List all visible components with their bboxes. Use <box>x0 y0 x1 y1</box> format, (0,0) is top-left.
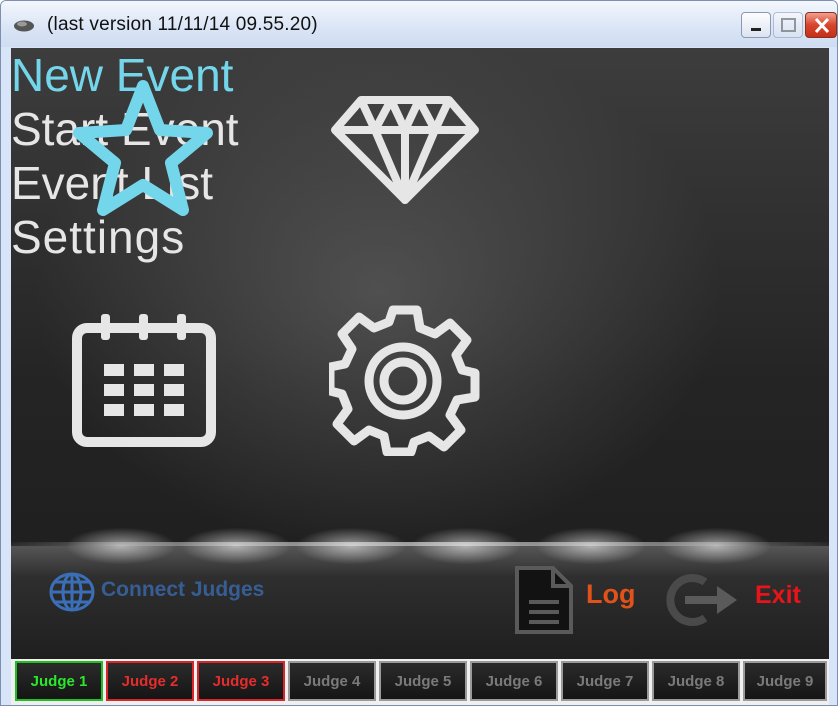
judge-1-button[interactable]: Judge 1 <box>15 661 103 701</box>
globe-icon <box>49 572 95 612</box>
exit-label: Exit <box>755 581 801 609</box>
judge-8-button[interactable]: Judge 8 <box>652 661 740 701</box>
judge-4-button[interactable]: Judge 4 <box>288 661 376 701</box>
judge-3-button[interactable]: Judge 3 <box>197 661 285 701</box>
exit-icon <box>666 574 737 626</box>
main-menu-panel: New Event Start Event Event List Setting… <box>11 48 829 659</box>
judge-5-button[interactable]: Judge 5 <box>379 661 467 701</box>
spotlight <box>406 526 526 566</box>
maximize-icon <box>781 18 796 32</box>
spotlight <box>176 526 296 566</box>
judge-6-button[interactable]: Judge 6 <box>470 661 558 701</box>
app-window: (last version 11/11/14 09.55.20) New Eve… <box>0 0 838 706</box>
gear-icon <box>329 305 480 456</box>
maximize-button[interactable] <box>773 12 803 38</box>
minimize-button[interactable] <box>741 12 771 38</box>
spotlight <box>61 526 181 566</box>
star-icon <box>73 80 213 216</box>
connect-judges-label: Connect Judges <box>101 578 265 601</box>
spotlight <box>291 526 411 566</box>
judge-2-button[interactable]: Judge 2 <box>106 661 194 701</box>
judge-9-button[interactable]: Judge 9 <box>743 661 827 701</box>
judge-status-bar: Judge 1 Judge 2 Judge 3 Judge 4 Judge 5 … <box>11 659 829 705</box>
title-bar[interactable]: (last version 11/11/14 09.55.20) <box>1 1 837 47</box>
window-title: (last version 11/11/14 09.55.20) <box>47 14 318 35</box>
judge-7-button[interactable]: Judge 7 <box>561 661 649 701</box>
calendar-icon <box>72 314 216 447</box>
minimize-icon <box>751 28 761 31</box>
app-logo-icon <box>14 20 34 32</box>
spotlight <box>531 526 651 566</box>
close-icon <box>814 17 830 34</box>
diamond-icon <box>331 96 479 204</box>
log-label: Log <box>586 579 636 609</box>
spotlight <box>656 526 776 566</box>
document-icon <box>515 566 573 634</box>
close-button[interactable] <box>805 12 837 38</box>
